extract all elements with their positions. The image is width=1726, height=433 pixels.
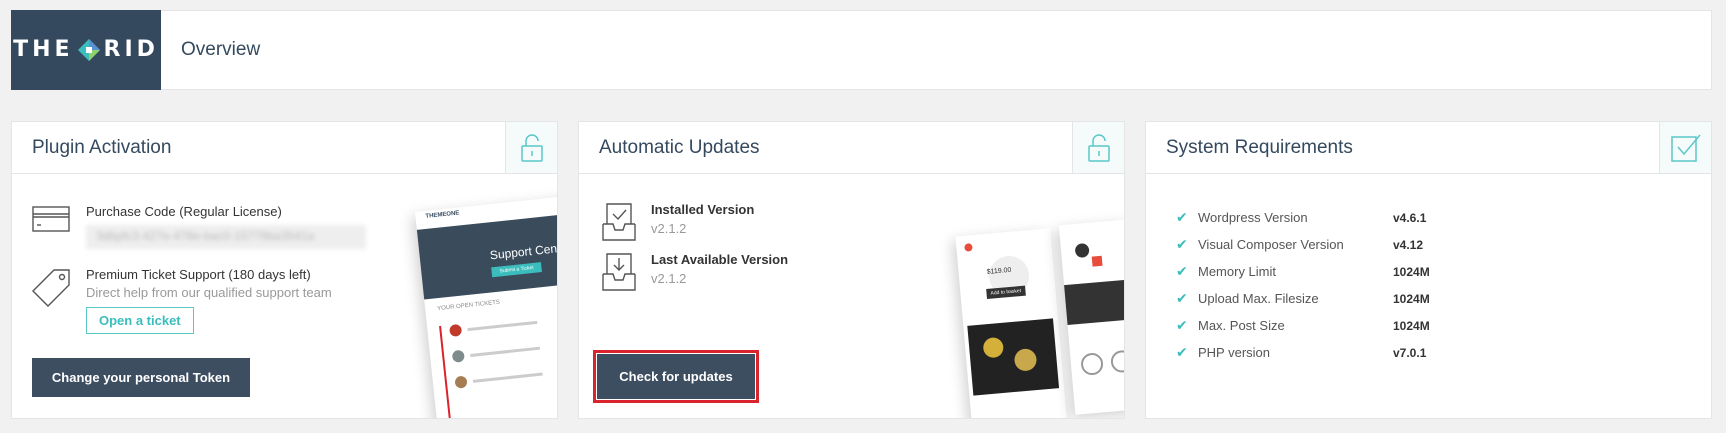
- requirement-name: Wordpress Version: [1198, 210, 1308, 225]
- purchase-code-label: Purchase Code (Regular License): [86, 204, 282, 219]
- purchase-code-row: Purchase Code (Regular License) 3dbpfc3-…: [32, 204, 366, 249]
- purchase-code-field[interactable]: 3dbpfc3-427e-478e-bac0-15778ba3541a: [86, 225, 366, 249]
- panel-title: Plugin Activation: [32, 136, 172, 158]
- check-icon: ✔: [1176, 236, 1188, 252]
- logo[interactable]: THE RID: [11, 9, 161, 90]
- requirement-row: ✔ PHP version v7.0.1: [1176, 339, 1430, 366]
- installed-version-label: Installed Version: [651, 202, 755, 217]
- requirement-name: Memory Limit: [1198, 264, 1277, 279]
- requirement-name: Max. Post Size: [1198, 318, 1285, 333]
- support-label: Premium Ticket Support (180 days left): [86, 267, 311, 282]
- check-icon: ✔: [1176, 263, 1188, 279]
- panel-title: System Requirements: [1166, 136, 1353, 158]
- shop-mockup-back: [1058, 219, 1124, 415]
- logo-text-right: RID: [103, 37, 159, 62]
- credit-card-icon: [32, 204, 72, 249]
- mockup-banner-title: Support Center: [489, 239, 558, 263]
- available-version-label: Last Available Version: [651, 252, 789, 267]
- requirement-row: ✔ Upload Max. Filesize 1024M: [1176, 285, 1430, 312]
- mockup-banner-button: Submit a Ticket: [491, 262, 543, 278]
- mockup-cta: Add to basket: [986, 285, 1026, 300]
- panel-header: System Requirements: [1146, 122, 1711, 174]
- support-description: Direct help from our qualified support t…: [86, 285, 332, 300]
- page-title: Overview: [181, 39, 261, 60]
- unlock-icon: [1072, 122, 1124, 173]
- available-version-row: Last Available Version v2.1.2: [601, 252, 788, 297]
- check-icon: ✔: [1176, 344, 1188, 360]
- requirement-row: ✔ Memory Limit 1024M: [1176, 258, 1430, 285]
- available-version-value: v2.1.2: [651, 271, 687, 286]
- check-icon: ✔: [1176, 290, 1188, 306]
- installed-version-value: v2.1.2: [651, 221, 687, 236]
- requirement-value: 1024M: [1393, 264, 1430, 279]
- requirement-value: 1024M: [1393, 318, 1430, 333]
- logo-text-left: THE: [13, 37, 74, 62]
- automatic-updates-panel: Automatic Updates Installed Version v2.1…: [578, 121, 1125, 419]
- requirement-row: ✔ Max. Post Size 1024M: [1176, 312, 1430, 339]
- shop-mockup-front: $119.00 Add to basket: [955, 228, 1068, 418]
- system-requirements-panel: System Requirements ✔ Wordpress Version …: [1145, 121, 1712, 419]
- header: THE RID Overview: [11, 9, 1712, 90]
- panel-title: Automatic Updates: [599, 136, 760, 158]
- inbox-download-icon: [601, 252, 637, 297]
- requirement-value: v4.6.1: [1393, 210, 1427, 225]
- open-ticket-button[interactable]: Open a ticket: [86, 307, 194, 334]
- requirement-value: v7.0.1: [1393, 345, 1427, 360]
- panel-header: Automatic Updates: [579, 122, 1124, 174]
- support-center-mockup: THEMEONE Support Center Submit a Ticket …: [415, 195, 558, 418]
- requirements-list: ✔ Wordpress Version v4.6.1 ✔ Visual Comp…: [1176, 204, 1430, 366]
- support-row: Premium Ticket Support (180 days left) D…: [32, 267, 332, 334]
- requirement-name: Upload Max. Filesize: [1198, 291, 1319, 306]
- inbox-check-icon: [601, 202, 637, 247]
- requirement-name: PHP version: [1198, 345, 1271, 360]
- requirement-value: 1024M: [1393, 291, 1430, 306]
- checkbox-checked-icon: [1659, 122, 1711, 173]
- unlock-icon: [505, 122, 557, 173]
- panel-header: Plugin Activation: [12, 122, 557, 174]
- check-icon: ✔: [1176, 209, 1188, 225]
- mockup-ticket-list: [439, 311, 557, 418]
- check-icon: ✔: [1176, 317, 1188, 333]
- tag-icon: [32, 267, 72, 334]
- requirement-row: ✔ Visual Composer Version v4.12: [1176, 231, 1430, 258]
- change-token-button[interactable]: Change your personal Token: [32, 358, 250, 397]
- requirement-value: v4.12: [1393, 237, 1424, 252]
- installed-version-row: Installed Version v2.1.2: [601, 202, 754, 247]
- check-for-updates-button[interactable]: Check for updates: [593, 350, 759, 403]
- requirement-row: ✔ Wordpress Version v4.6.1: [1176, 204, 1430, 231]
- plugin-activation-panel: Plugin Activation Purchase Code (Regular…: [11, 121, 558, 419]
- requirement-name: Visual Composer Version: [1198, 237, 1344, 252]
- logo-mark-icon: [76, 37, 102, 63]
